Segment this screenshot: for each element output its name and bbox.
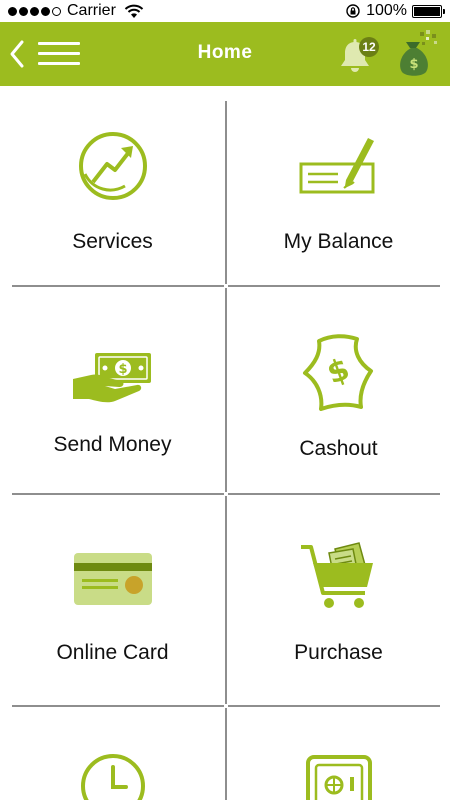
tile-online-card[interactable]: Online Card (0, 495, 225, 705)
tile-send-money[interactable]: $ Send Money (0, 287, 225, 493)
svg-text:$: $ (409, 57, 418, 72)
tile-label: Send Money (53, 433, 172, 456)
hamburger-icon-line (38, 42, 80, 45)
notifications-button[interactable]: 12 (337, 36, 379, 76)
menu-button[interactable] (38, 42, 80, 66)
battery-icon (412, 4, 445, 18)
signal-dot (19, 6, 28, 16)
signal-dot (8, 6, 17, 16)
tile-history[interactable] (0, 707, 225, 800)
notification-badge: 12 (359, 37, 379, 57)
svg-text:$: $ (118, 362, 127, 377)
cheque-pen-icon (299, 138, 374, 194)
signal-dot (41, 6, 50, 16)
tile-label: Cashout (299, 437, 378, 460)
wifi-icon (124, 4, 144, 18)
tile-my-balance[interactable]: My Balance (227, 86, 450, 285)
hamburger-icon-line (38, 62, 80, 65)
hamburger-icon-line (38, 52, 80, 55)
tile-label: Online Card (56, 641, 169, 664)
signal-dot (52, 6, 61, 16)
safe-icon (305, 755, 372, 800)
clock-icon (80, 754, 145, 800)
tile-label: Purchase (294, 641, 383, 664)
home-menu-grid: Services My Balance $ Send Money $ Casho… (0, 86, 450, 800)
tile-savings[interactable] (227, 707, 450, 800)
signal-dot (30, 6, 39, 16)
dollar-bill-icon: $ (302, 334, 373, 411)
hand-cash-icon: $ (72, 353, 151, 403)
rotation-lock-icon (346, 4, 360, 18)
tile-cashout[interactable]: $ Cashout (227, 287, 450, 493)
app-header: Home 12 $ (0, 22, 450, 86)
status-bar: Carrier 100% (0, 0, 450, 22)
credit-card-icon (73, 553, 152, 605)
services-arrow-circle-icon (78, 132, 147, 200)
money-bag-icon[interactable]: $ (396, 28, 442, 80)
tile-services[interactable]: Services (0, 86, 225, 285)
tile-label: My Balance (283, 230, 394, 253)
back-button[interactable] (8, 38, 26, 70)
tile-label: Services (72, 230, 153, 253)
svg-text:$: $ (322, 352, 354, 392)
carrier-name: Carrier (67, 2, 116, 19)
shopping-cart-icon (300, 542, 373, 608)
signal-strength-icon (8, 6, 61, 16)
tile-purchase[interactable]: Purchase (227, 495, 450, 705)
battery-percentage: 100% (366, 2, 407, 19)
